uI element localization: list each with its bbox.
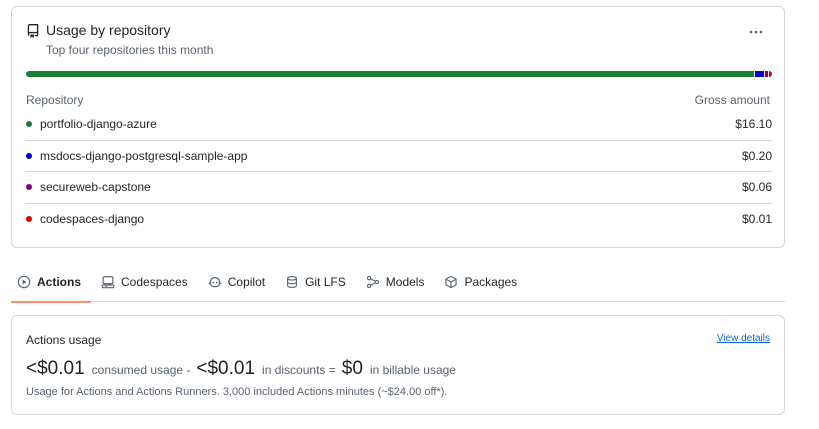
usage-by-repository-card: Usage by repository Top four repositorie…: [11, 6, 785, 248]
actions-usage-title: Actions usage: [26, 333, 102, 347]
tab-copilot[interactable]: Copilot: [198, 262, 275, 302]
tab-models[interactable]: Models: [356, 262, 435, 302]
tab-label: Actions: [37, 274, 82, 289]
repository-name: secureweb-capstone: [40, 180, 151, 195]
repository-row-left: msdocs-django-postgresql-sample-app: [26, 149, 247, 163]
card-title: Usage by repository: [46, 22, 171, 38]
repository-row: secureweb-capstone $0.06: [26, 172, 772, 204]
tab-packages[interactable]: Packages: [434, 262, 527, 302]
codespaces-icon: [101, 275, 115, 288]
copilot-icon: [208, 276, 221, 287]
tab-label: Packages: [464, 274, 518, 289]
repository-name: codespaces-django: [40, 212, 145, 227]
billable-value: $0: [341, 358, 363, 379]
tab-label: Git LFS: [305, 274, 346, 289]
repository-name: portfolio-django-azure: [40, 117, 157, 132]
discount-value: <$0.01: [196, 358, 256, 379]
repository-row: codespaces-django $0.01: [26, 204, 772, 236]
billable-label: in billable usage: [369, 363, 456, 377]
repository-row: msdocs-django-postgresql-sample-app $0.20: [26, 141, 772, 172]
card-header: Usage by repository: [26, 21, 171, 39]
repository-color-dot: [26, 184, 32, 191]
discount-label: in discounts =: [262, 363, 336, 377]
repo-icon: [27, 24, 39, 38]
repository-name: msdocs-django-postgresql-sample-app: [40, 148, 248, 163]
usage-bar-segment: [755, 71, 765, 77]
repository-color-dot: [26, 121, 32, 128]
package-icon: [445, 275, 458, 288]
repository-amount: $0.20: [741, 148, 772, 163]
models-icon: [366, 275, 379, 288]
usage-summary: <$0.01 consumed usage - <$0.01 in discou…: [26, 358, 462, 380]
database-icon: [287, 275, 298, 288]
tab-codespaces[interactable]: Codespaces: [91, 262, 198, 302]
repository-row: portfolio-django-azure $16.10: [26, 109, 772, 141]
repository-list: portfolio-django-azure $16.10 msdocs-djang…: [26, 109, 772, 235]
repository-color-dot: [26, 152, 32, 159]
repository-row-left: portfolio-django-azure: [26, 117, 157, 131]
repository-row-left: secureweb-capstone: [26, 180, 151, 194]
column-header-repository: Repository: [26, 93, 84, 107]
usage-bar-segment: [26, 71, 755, 77]
column-header-gross-amount: Gross amount: [694, 93, 770, 107]
usage-bar-segment: [769, 71, 772, 77]
tab-label: Codespaces: [121, 274, 188, 289]
repository-amount: $16.10: [735, 117, 772, 132]
consumed-label: consumed usage -: [91, 363, 191, 377]
repository-row-left: codespaces-django: [26, 212, 144, 226]
consumed-value: <$0.01: [26, 358, 85, 379]
repository-amount: $0.01: [741, 212, 772, 227]
actions-usage-footnote: Usage for Actions and Actions Runners. 3…: [26, 386, 448, 398]
product-tabs: Actions Codespaces Copilot Git LFS Models Pac…: [11, 262, 785, 303]
tab-git-lfs[interactable]: Git LFS: [275, 262, 356, 302]
actions-usage-card: Actions usage View details <$0.01 consum…: [11, 315, 785, 415]
tab-label: Models: [385, 274, 425, 289]
view-details-link[interactable]: View details: [717, 333, 770, 344]
tab-actions[interactable]: Actions: [11, 262, 92, 303]
usage-bar-segment: [765, 71, 769, 77]
kebab-horizontal-icon: [749, 30, 763, 34]
usage-distribution-bar: [26, 71, 772, 77]
card-subtitle: Top four repositories this month: [46, 43, 214, 57]
repository-color-dot: [26, 216, 32, 223]
tab-label: Copilot: [227, 274, 266, 289]
repository-amount: $0.06: [741, 180, 772, 195]
more-options-button[interactable]: [742, 21, 770, 43]
play-icon: [17, 275, 31, 288]
